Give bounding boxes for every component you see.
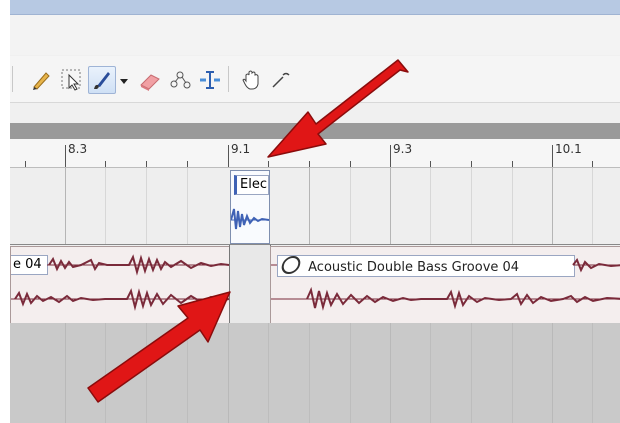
red-arrow-top-icon — [267, 59, 409, 158]
select-tool-button[interactable] — [58, 66, 86, 94]
grid-line — [512, 168, 513, 244]
brush-tool-button[interactable] — [88, 66, 116, 94]
grid-line — [65, 168, 66, 244]
node-tool-button[interactable] — [166, 66, 194, 94]
grid-line — [512, 323, 513, 423]
pencil-tool-button[interactable] — [27, 66, 55, 94]
select-arrow-icon — [61, 69, 81, 91]
grid-line — [65, 323, 66, 423]
ruler-tick — [228, 145, 229, 167]
dropdown-arrow-icon — [120, 79, 128, 84]
menu-area — [10, 15, 620, 55]
ruler-tick — [25, 161, 26, 167]
grid-line — [390, 323, 391, 423]
waveform-red — [271, 258, 620, 311]
eraser-icon — [140, 74, 160, 91]
grid-line — [309, 168, 310, 244]
ruler-tick — [105, 161, 106, 167]
split-tool-button[interactable] — [196, 66, 224, 94]
toolbar-separator — [228, 66, 229, 92]
audio-clip-top[interactable]: Elec — [230, 170, 270, 244]
grid-line — [430, 323, 431, 423]
grid-line — [552, 323, 553, 423]
grid-line — [309, 323, 310, 423]
grid-line — [105, 168, 106, 244]
grid-line — [268, 323, 269, 423]
track-lane-1[interactable] — [10, 168, 620, 245]
audio-clip-right[interactable]: Acoustic Double Bass Groove 04 — [270, 246, 620, 324]
ruler-tick — [146, 161, 147, 167]
grid-line — [350, 168, 351, 244]
brush-dropdown-button[interactable] — [116, 66, 132, 94]
title-bar — [10, 0, 620, 15]
red-arrow-bottom-icon — [87, 291, 231, 403]
brush-icon — [94, 72, 110, 89]
waveform-blue — [231, 208, 269, 230]
ruler-tick — [65, 145, 66, 167]
grid-line — [146, 168, 147, 244]
ruler-label: 8.3 — [68, 142, 88, 156]
grid-line — [390, 168, 391, 244]
ruler-tick — [512, 161, 513, 167]
pencil-icon — [33, 72, 50, 90]
ruler-tick — [471, 161, 472, 167]
grid-line — [471, 168, 472, 244]
ruler-label: 10.1 — [555, 142, 582, 156]
clip-label: Elec — [234, 175, 269, 195]
node-icon — [170, 71, 191, 89]
grid-line — [430, 168, 431, 244]
split-icon — [200, 71, 220, 89]
grid-line — [471, 323, 472, 423]
grid-line — [592, 168, 593, 244]
daw-window: 8.3 9.1 9.3 10.1 Elec e 04 Acoustic Doub… — [10, 0, 620, 423]
toolbar-separator — [12, 66, 13, 92]
ruler-label: 9.1 — [231, 142, 251, 156]
ruler-tick — [187, 161, 188, 167]
grid-line — [187, 168, 188, 244]
eraser-tool-button[interactable] — [136, 66, 164, 94]
grid-line — [592, 323, 593, 423]
ruler-tick — [430, 161, 431, 167]
grid-line — [552, 168, 553, 244]
ruler-tick — [552, 145, 553, 167]
grid-line — [350, 323, 351, 423]
ruler-tick — [592, 161, 593, 167]
